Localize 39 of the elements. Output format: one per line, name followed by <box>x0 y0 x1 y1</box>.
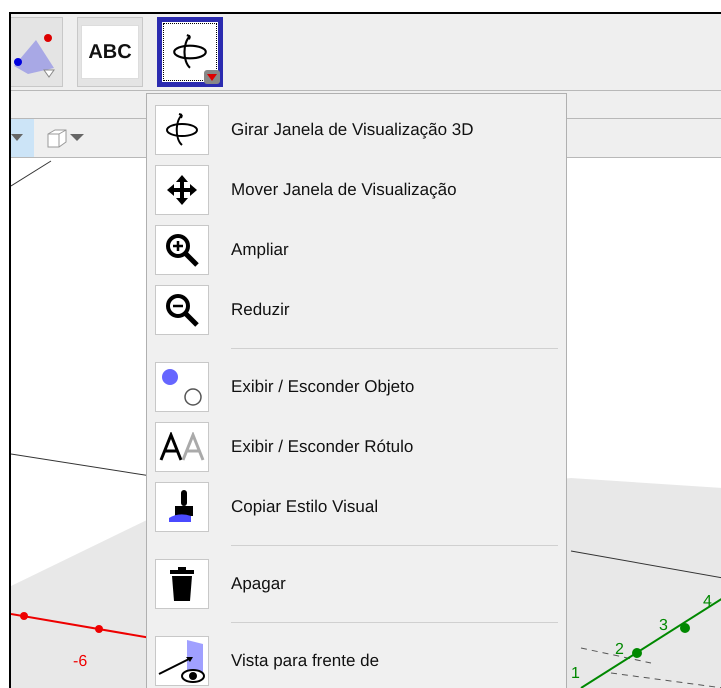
tool-icon-tile[interactable] <box>155 225 209 275</box>
tool-icon-tile[interactable] <box>155 165 209 215</box>
axis-tick-label: 1 <box>571 665 580 682</box>
trash-icon <box>169 567 195 601</box>
show-hide-label-icon <box>159 432 205 462</box>
tool-icon-tile[interactable] <box>155 559 209 609</box>
line-tool-button[interactable] <box>11 17 63 88</box>
menu-item-label[interactable]: Reduzir <box>231 300 290 320</box>
text-tool-button[interactable]: ABC <box>77 17 143 88</box>
tool-icon-tile[interactable] <box>155 285 209 335</box>
menu-item-label[interactable]: Apagar <box>231 574 286 594</box>
cube-icon <box>46 127 68 149</box>
style-dropdown[interactable] <box>11 119 34 157</box>
tool-icon-tile[interactable] <box>155 636 209 686</box>
axis-tick-label: 3 <box>659 617 668 634</box>
tool-icon-tile[interactable] <box>155 482 209 532</box>
dropdown-caret-icon <box>204 70 220 84</box>
show-hide-object-icon <box>160 367 204 407</box>
move-icon <box>165 173 199 207</box>
menu-item-label[interactable]: Copiar Estilo Visual <box>231 497 378 517</box>
caret-icon <box>70 134 84 142</box>
menu-item-label[interactable]: Exibir / Esconder Objeto <box>231 377 414 397</box>
plane-edge-line <box>11 160 52 186</box>
axis-tick-label: 2 <box>615 641 624 658</box>
rotate-view-tool-button[interactable] <box>157 17 223 88</box>
zoom-in-icon <box>164 232 200 268</box>
menu-item-label[interactable]: Girar Janela de Visualização 3D <box>231 120 474 140</box>
view-front-icon <box>157 638 207 684</box>
tool-icon-tile[interactable] <box>155 422 209 472</box>
tool-icon-tile[interactable] <box>155 362 209 412</box>
axis-tick-label: 4 <box>703 593 712 610</box>
menu-item-label[interactable]: Vista para frente de <box>231 651 380 671</box>
caret-icon <box>11 134 23 142</box>
tool-icon-tile[interactable] <box>155 105 209 155</box>
menu-item-label[interactable]: Ampliar <box>231 240 289 260</box>
axis-tick-label: -6 <box>73 653 88 670</box>
menu-item-label[interactable]: Exibir / Esconder Rótulo <box>231 437 414 457</box>
menu-item-label[interactable]: Mover Janela de Visualização <box>231 180 457 200</box>
zoom-out-icon <box>164 292 200 328</box>
